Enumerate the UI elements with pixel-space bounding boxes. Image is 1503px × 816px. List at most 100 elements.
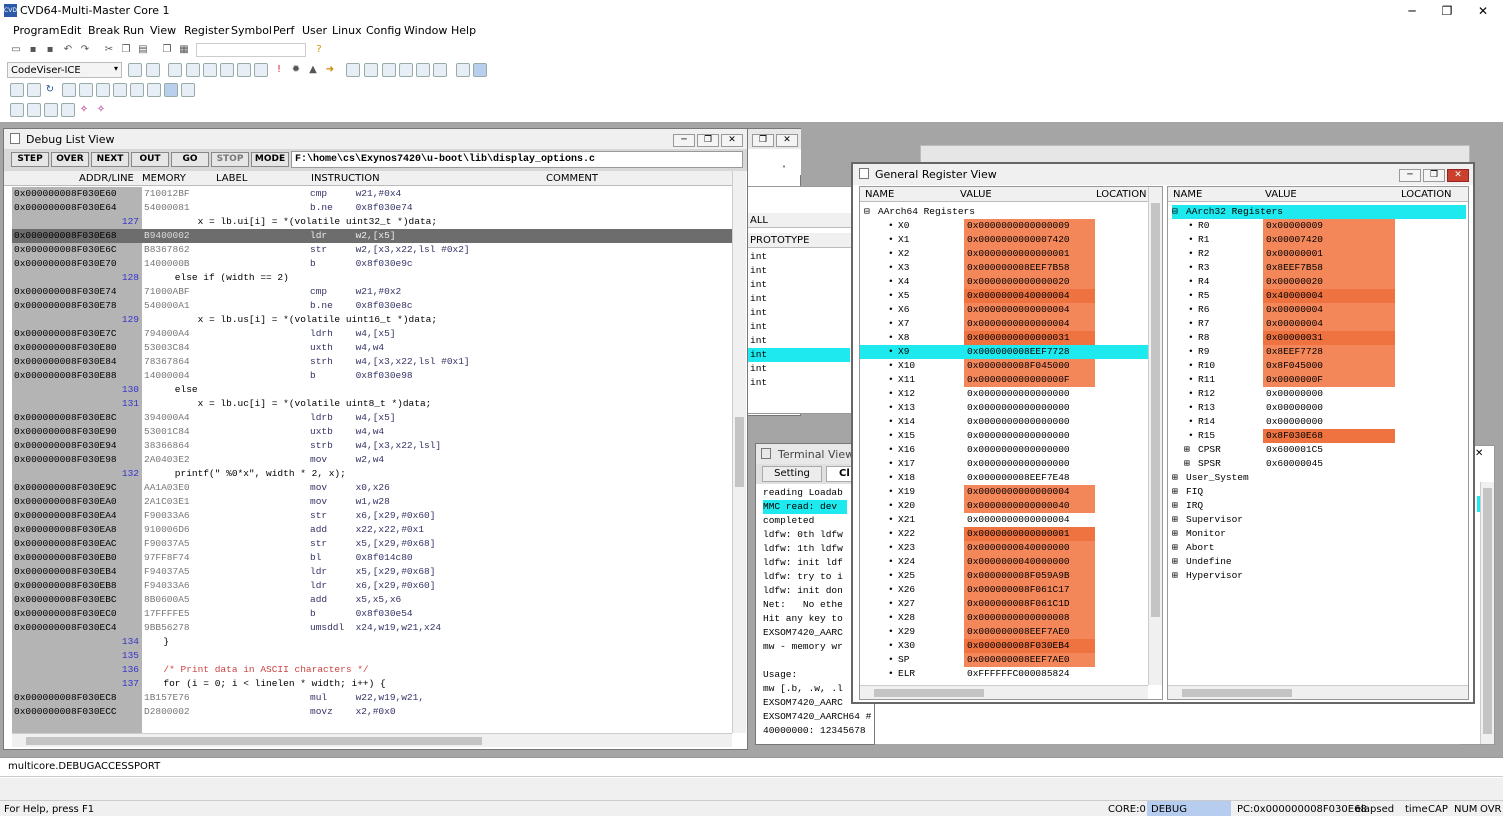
source-line-row[interactable]: 129 x = lb.us[i] = *(volatile uint16_t *… (12, 313, 732, 327)
debug-tool-1-icon[interactable] (10, 83, 24, 97)
register-row[interactable]: • X2 0x0000000000000001 (860, 247, 1148, 261)
next-icon[interactable] (237, 63, 251, 77)
instruction-row[interactable]: 0x000000008F030E98 2A0403E2 mov w2,w4 (12, 453, 732, 467)
register-row[interactable]: • X8 0x0000000000000031 (860, 331, 1148, 345)
register-value[interactable]: 0x0000000040000004 (964, 289, 1095, 303)
register-row[interactable]: • R5 0x40000004 (1168, 289, 1468, 303)
register-value[interactable]: 0x0000000000007420 (964, 233, 1095, 247)
register-row[interactable]: • X3 0x000000008EEF7B58 (860, 261, 1148, 275)
refresh-icon[interactable]: ↻ (44, 84, 56, 96)
register-row[interactable]: • R15 0x8F030E68 (1168, 429, 1468, 443)
menu-help[interactable]: Help (451, 24, 476, 37)
register-row[interactable]: • X4 0x0000000000000020 (860, 275, 1148, 289)
register-row[interactable]: • X23 0x0000000040000000 (860, 541, 1148, 555)
redo-icon[interactable]: ↷ (79, 44, 91, 56)
reset-icon[interactable] (146, 63, 160, 77)
register-value[interactable]: 0x0000000040000000 (964, 541, 1095, 555)
reg-restore-button[interactable]: ❐ (1423, 169, 1445, 182)
register-value[interactable]: 0x0000000000000000 (964, 387, 1095, 401)
aarch32-hscroll[interactable] (1168, 685, 1468, 699)
menu-linux[interactable]: Linux (332, 24, 362, 37)
debug-tool-6-icon[interactable] (113, 83, 127, 97)
mode-group-row[interactable]: ⊞ FIQ (1172, 485, 1462, 499)
register-row[interactable]: • R12 0x00000000 (1168, 387, 1468, 401)
menu-program[interactable]: Program (13, 24, 59, 37)
scroll-thumb[interactable] (1151, 203, 1160, 617)
register-row[interactable]: • R10 0x8F045000 (1168, 359, 1468, 373)
register-row[interactable]: • X13 0x0000000000000000 (860, 401, 1148, 415)
instruction-row[interactable]: 0x000000008F030E6C B8367862 str w2,[x3,x22… (12, 243, 732, 257)
instruction-row[interactable]: 0x000000008F030E90 53001C84 uxtb w4,w4 (12, 425, 732, 439)
register-value[interactable]: 0x000000008F061C1D (964, 597, 1095, 611)
register-value[interactable]: 0x000000008EEF7728 (964, 345, 1095, 359)
instruction-row[interactable]: 0x000000008F030EA0 2A1C03E1 mov w1,w28 (12, 495, 732, 509)
expand-icon[interactable]: ⊞ (1184, 457, 1190, 471)
instruction-row[interactable]: 0x000000008F030EAC F90037A5 str x5,[x29,#0… (12, 537, 732, 551)
menu-symbol[interactable]: Symbol (231, 24, 272, 37)
register-value[interactable]: 0x8EEF7B58 (1263, 261, 1395, 275)
tool-b-icon[interactable] (27, 103, 41, 117)
source-line-row[interactable]: 131 x = lb.uc[i] = *(volatile uint8_t *)… (12, 397, 732, 411)
register-value[interactable]: 0x0000000000000040 (964, 499, 1095, 513)
register-value[interactable]: 0x0000000000000004 (964, 303, 1095, 317)
bg3-close-icon[interactable]: ✕ (1475, 448, 1483, 459)
debug-list-hscroll[interactable] (12, 733, 732, 747)
step-over-icon[interactable] (203, 63, 217, 77)
register-row[interactable]: ⊞ SPSR 0x60000045 (1168, 457, 1468, 471)
register-row[interactable]: • X26 0x000000008F061C17 (860, 583, 1148, 597)
wand-icon[interactable]: ✧ (78, 104, 90, 116)
debug-tool-10-icon[interactable] (181, 83, 195, 97)
expand-icon[interactable]: ⊞ (1172, 499, 1178, 513)
register-value[interactable]: 0x000000008F045000 (964, 359, 1095, 373)
register-row[interactable]: • X15 0x0000000000000000 (860, 429, 1148, 443)
step-button[interactable]: STEP (11, 152, 49, 167)
register-value[interactable]: 0x0000000000000004 (964, 485, 1095, 499)
reg-close-button[interactable]: ✕ (1447, 169, 1469, 182)
run-to-icon[interactable] (254, 63, 268, 77)
register-row[interactable]: • X10 0x000000008F045000 (860, 359, 1148, 373)
menu-user[interactable]: User (302, 24, 327, 37)
collapse-icon[interactable]: ⊟ (1172, 205, 1178, 219)
bg-close-button[interactable]: ✕ (776, 134, 798, 147)
instruction-row[interactable]: 0x000000008F030E84 78367864 strh w4,[x3,x2… (12, 355, 732, 369)
aarch64-hscroll[interactable] (860, 685, 1148, 699)
instruction-row[interactable]: 0x000000008F030EC8 1B157E76 mul w22,w19,w2… (12, 691, 732, 705)
expand-icon[interactable]: ⊞ (1184, 443, 1190, 457)
tool-c-icon[interactable] (44, 103, 58, 117)
debug-tool-5-icon[interactable] (96, 83, 110, 97)
expand-icon[interactable]: ⊞ (1172, 569, 1178, 583)
register-value[interactable]: 0x000000008EEF7E48 (964, 471, 1095, 485)
list-item[interactable]: int (750, 250, 850, 264)
list-item[interactable]: int (750, 334, 850, 348)
register-value[interactable]: 0x8F030E68 (1263, 429, 1395, 443)
register-value[interactable]: 0x000000008F061C17 (964, 583, 1095, 597)
search-icon[interactable] (10, 103, 24, 117)
debug-tool-3-icon[interactable] (62, 83, 76, 97)
list-item[interactable]: int (750, 264, 850, 278)
mode-group-row[interactable]: ⊞ IRQ (1172, 499, 1462, 513)
source-line-row[interactable]: 137 for (i = 0; i < linelen * width; i++… (12, 677, 732, 691)
register-value[interactable]: 0x00000000 (1263, 415, 1395, 429)
expand-icon[interactable]: ⊞ (1172, 471, 1178, 485)
view-table-icon[interactable] (416, 63, 430, 77)
minimize-button[interactable]: ─ (1397, 2, 1427, 20)
register-row[interactable]: • X1 0x0000000000007420 (860, 233, 1148, 247)
instruction-row[interactable]: 0x000000008F030E78 540000A1 b.ne 0x8f030e8… (12, 299, 732, 313)
scroll-thumb[interactable] (1182, 689, 1292, 697)
register-value[interactable]: 0x0000000000000001 (964, 247, 1095, 261)
mode-group-row[interactable]: ⊞ Abort (1172, 541, 1462, 555)
mode-group-row[interactable]: ⊞ Supervisor (1172, 513, 1462, 527)
register-row[interactable]: • X17 0x0000000000000000 (860, 457, 1148, 471)
register-value[interactable]: 0x00000000 (1263, 387, 1395, 401)
source-line-row[interactable]: 128 else if (width == 2) (12, 271, 732, 285)
instruction-row[interactable]: 0x000000008F030ECC D2800002 movz x2,#0x0 (12, 705, 732, 719)
register-value[interactable]: 0x0000000000000020 (964, 275, 1095, 289)
instruction-row[interactable]: 0x000000008F030EA8 910006D6 add x22,x22,#0… (12, 523, 732, 537)
register-value[interactable]: 0x000000008EEF7AE0 (964, 653, 1095, 667)
register-value[interactable]: 0x40000004 (1263, 289, 1395, 303)
register-row[interactable]: • X25 0x000000008F059A9B (860, 569, 1148, 583)
register-value[interactable]: 0x000000008F059A9B (964, 569, 1095, 583)
register-row[interactable]: • R0 0x00000009 (1168, 219, 1468, 233)
tab-setting[interactable]: Setting (762, 466, 822, 482)
register-row[interactable]: • X22 0x0000000000000001 (860, 527, 1148, 541)
